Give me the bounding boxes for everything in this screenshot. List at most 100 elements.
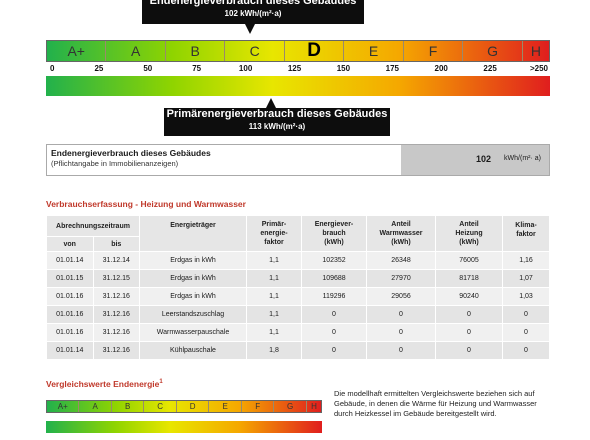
- header-to: bis: [92, 236, 140, 252]
- scale-tick-label: 50: [143, 64, 153, 73]
- table-cell: 0: [301, 305, 367, 324]
- header-from: von: [46, 236, 94, 252]
- class-cell-d: D: [177, 401, 210, 412]
- table-row: 01.01.14 31.12.16 Kühlpauschale 1,8 0 0 0 0: [46, 341, 550, 360]
- table-cell: 1,07: [502, 269, 550, 288]
- table-row: 01.01.16 31.12.16 Erdgas in kWh 1,1 119296 29…: [46, 287, 550, 306]
- class-cell-d: D: [285, 40, 345, 61]
- table-cell: Kühlpauschale: [139, 341, 247, 360]
- table-cell: Warmwasserpauschale: [139, 323, 247, 342]
- comparison-note: Die modellhaft ermittelten Vergleichswer…: [334, 389, 537, 418]
- scale-tick-label: 175: [385, 64, 399, 73]
- header-factor: Primär- energie- faktor: [246, 215, 302, 252]
- consumption-table: Abrechnungszeitraum Energieträger Primär…: [46, 215, 550, 360]
- primary-energy-callout: Primärenergieverbrauch dieses Gebäudes 1…: [164, 108, 390, 136]
- class-cell-g: G: [274, 401, 307, 412]
- class-cell-f: F: [404, 41, 464, 61]
- table-cell: 01.01.16: [46, 323, 94, 342]
- table-cell: Erdgas in kWh: [139, 269, 247, 288]
- header-heating: Anteil Heizung (kWh): [435, 215, 503, 252]
- summary-value: 102: [475, 154, 491, 164]
- table-cell: 31.12.16: [92, 323, 140, 342]
- header-carrier: Energieträger: [139, 215, 247, 252]
- table-cell: Erdgas in kWh: [139, 287, 247, 306]
- table-row: 01.01.16 31.12.16 Leerstandszuschlag 1,1 0 0 0…: [46, 305, 550, 324]
- primary-energy-callout-title: Primärenergieverbrauch dieses Gebäudes: [166, 108, 388, 120]
- header-factor-l1: Primär-: [261, 221, 287, 228]
- table-cell: 01.01.14: [46, 341, 94, 360]
- table-cell: 0: [435, 323, 503, 342]
- header-period: Abrechnungszeitraum: [46, 215, 140, 237]
- scale-ticks: 0 25 50 75 100 125 150 175 200 225 >250: [50, 64, 548, 74]
- end-energy-pointer: [244, 24, 255, 34]
- table-cell: 0: [435, 341, 503, 360]
- class-cell-b: B: [112, 401, 145, 412]
- table-row: 01.01.16 31.12.16 Warmwasserpauschale 1,1 0 0…: [46, 323, 550, 342]
- comparison-class-scale: A+ A B C D E F G H: [46, 400, 322, 413]
- table-cell: 0: [435, 305, 503, 324]
- table-cell: 0: [366, 341, 436, 360]
- table-cell: 01.01.15: [46, 269, 94, 288]
- table-cell: 1,1: [246, 305, 302, 324]
- comparison-title: Vergleichswerte Endenergie1: [46, 379, 163, 389]
- header-warmwater: Anteil Warmwasser (kWh): [366, 215, 436, 252]
- header-ww-l3: (kWh): [391, 239, 411, 246]
- table-cell: 31.12.16: [92, 305, 140, 324]
- header-heat-l1: Anteil: [459, 221, 479, 228]
- end-energy-callout-title: Endenergieverbrauch dieses Gebäudes: [149, 0, 357, 7]
- header-energy-l1: Energiever-: [314, 221, 354, 228]
- primary-energy-bar: [46, 76, 550, 96]
- summary-unit: kWh/(m²· a): [504, 155, 541, 162]
- table-cell: 01.01.16: [46, 305, 94, 324]
- table-cell: 90240: [435, 287, 503, 306]
- header-climate: Klima- faktor: [502, 215, 550, 252]
- table-cell: 0: [301, 341, 367, 360]
- table-cell: 1,1: [246, 323, 302, 342]
- class-cell-h: H: [311, 402, 317, 411]
- table-cell: 1,03: [502, 287, 550, 306]
- primary-energy-callout-value: 113 kWh/(m²·a): [248, 122, 306, 131]
- table-cell: 31.12.16: [92, 287, 140, 306]
- header-heat-l3: (kWh): [459, 239, 479, 246]
- class-cell-b: B: [166, 41, 226, 61]
- table-cell: 27970: [366, 269, 436, 288]
- header-energy: Energiever- brauch (kWh): [301, 215, 367, 252]
- scale-tick-label: 25: [94, 64, 104, 73]
- table-cell: 119296: [301, 287, 367, 306]
- energy-class-scale: A+ A B C D E F G H: [46, 40, 550, 62]
- table-cell: Leerstandszuschlag: [139, 305, 247, 324]
- end-energy-callout: Endenergieverbrauch dieses Gebäudes 102 …: [142, 0, 364, 24]
- table-cell: 0: [366, 305, 436, 324]
- table-cell: 0: [502, 305, 550, 324]
- table-cell: Erdgas in kWh: [139, 251, 247, 270]
- table-cell: 1,1: [246, 269, 302, 288]
- class-cell-a-plus: A+: [47, 41, 107, 61]
- class-cell-f: F: [242, 401, 275, 412]
- class-cell-a-plus: A+: [47, 401, 80, 412]
- class-cell-c: C: [144, 401, 177, 412]
- table-row: 01.01.15 31.12.15 Erdgas in kWh 1,1 109688 27…: [46, 269, 550, 288]
- table-cell: 01.01.16: [46, 287, 94, 306]
- table-cell: 0: [502, 323, 550, 342]
- consumption-title: Verbrauchserfassung - Heizung und Warmwa…: [46, 199, 246, 209]
- class-cell-c: C: [225, 41, 285, 61]
- table-cell: 01.01.14: [46, 251, 94, 270]
- class-cell-a: A: [79, 401, 112, 412]
- table-cell: 29056: [366, 287, 436, 306]
- comparison-title-text: Vergleichswerte Endenergie: [46, 379, 160, 389]
- table-cell: 1,1: [246, 287, 302, 306]
- table-row: 01.01.14 31.12.14 Erdgas in kWh 1,1 102352 26…: [46, 251, 550, 270]
- header-energy-l2: brauch: [322, 230, 346, 237]
- scale-tick-label: 100: [238, 64, 253, 73]
- class-cell-h: H: [530, 43, 541, 59]
- table-cell: 31.12.14: [92, 251, 140, 270]
- table-cell: 1,1: [246, 251, 302, 270]
- table-cell: 0: [502, 341, 550, 360]
- header-ww-l1: Anteil: [391, 221, 411, 228]
- class-cell-e: E: [209, 401, 242, 412]
- header-factor-l2: energie-: [260, 230, 288, 237]
- table-cell: 0: [366, 323, 436, 342]
- header-ww-l2: Warmwasser: [379, 230, 423, 237]
- scale-tick-label: 0: [50, 64, 55, 73]
- class-cell-e: E: [344, 41, 404, 61]
